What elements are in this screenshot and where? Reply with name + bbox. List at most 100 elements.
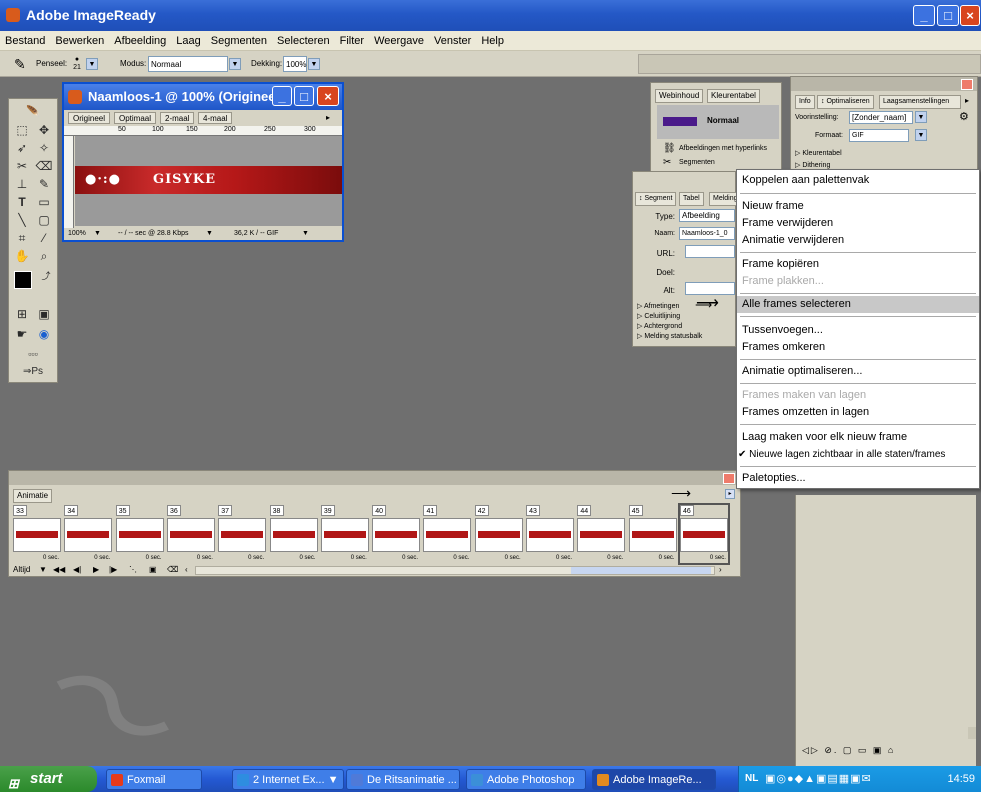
zoom-dropdown-icon[interactable]: ▼: [94, 230, 101, 237]
menu-filter[interactable]: Filter: [335, 31, 369, 51]
animation-frame[interactable]: 37 0 sec.: [218, 505, 267, 563]
stamp-tool-icon[interactable]: ⊥: [13, 175, 31, 193]
frame-thumbnail[interactable]: [269, 518, 318, 552]
images-with-links-row[interactable]: Afbeeldingen met hyperlinks: [679, 145, 767, 152]
frame-thumbnail[interactable]: [64, 518, 113, 552]
start-button[interactable]: ⊞ start: [0, 766, 97, 792]
menu-item-animatie-optimaliseren[interactable]: Animatie optimaliseren...: [737, 363, 979, 380]
frame-delay[interactable]: 0 sec.: [475, 553, 523, 563]
frame-thumbnail[interactable]: [320, 518, 369, 552]
menu-item-frame-kopieren[interactable]: Frame kopiëren: [737, 256, 979, 273]
segments-row[interactable]: Segmenten: [679, 159, 715, 166]
alt-input[interactable]: [685, 282, 735, 295]
tab-kleurentabel[interactable]: Kleurentabel: [707, 89, 760, 103]
tab-origineel[interactable]: Origineel: [68, 112, 111, 124]
section-afmetingen[interactable]: ▷ Afmetingen: [637, 302, 679, 310]
toggle-slices-icon[interactable]: ⊞: [13, 305, 31, 323]
hand-tool-icon[interactable]: ✋: [13, 247, 31, 265]
tab-segment[interactable]: ↕ Segment: [635, 192, 677, 206]
normal-state-row[interactable]: Normaal: [657, 105, 779, 139]
frame-thumbnail[interactable]: [115, 518, 164, 552]
frame-thumbnail[interactable]: [218, 518, 267, 552]
tab-optimaliseren[interactable]: ↕ Optimaliseren: [817, 95, 874, 109]
tab-info[interactable]: Info: [795, 95, 815, 109]
animation-frame[interactable]: 46 0 sec.: [677, 503, 730, 565]
frame-thumbnail[interactable]: [679, 518, 728, 552]
frame-delay[interactable]: 0 sec.: [577, 553, 625, 563]
panel-bottom-controls[interactable]: ◁▷ ⊘. ▢ ▭ ▣ ⌂: [802, 745, 895, 756]
close-button[interactable]: ×: [960, 5, 980, 26]
frame-delay[interactable]: 0 sec.: [629, 553, 677, 563]
preview-in-browser-icon[interactable]: ◉: [35, 325, 53, 343]
taskbar-internet-explorer[interactable]: 2 Internet Ex... ▼: [232, 769, 344, 790]
animation-frame[interactable]: 40 0 sec.: [372, 505, 421, 563]
info-panel-menu-icon[interactable]: ▸: [965, 96, 969, 105]
animation-frame[interactable]: 39 0 sec.: [320, 505, 369, 563]
frame-delay[interactable]: 0 sec.: [372, 553, 420, 563]
eyedropper-tool-icon[interactable]: ⁄: [35, 229, 53, 247]
animation-frame[interactable]: 42 0 sec.: [474, 505, 523, 563]
frame-delay[interactable]: 0 sec.: [167, 553, 215, 563]
menu-item-koppelen[interactable]: Koppelen aan palettenvak: [737, 172, 979, 189]
doc-tabs-menu-icon[interactable]: ▸: [326, 113, 330, 122]
menu-bewerken[interactable]: Bewerken: [50, 31, 109, 51]
format-dropdown-icon[interactable]: ▼: [915, 129, 927, 142]
menu-item-nieuw-frame[interactable]: Nieuw frame: [737, 198, 979, 215]
language-indicator[interactable]: NL: [745, 766, 758, 792]
frame-delay[interactable]: 0 sec.: [13, 553, 61, 563]
section-achtergrond[interactable]: ▷ Achtergrond: [637, 322, 682, 330]
menu-item-animatie-verwijderen[interactable]: Animatie verwijderen: [737, 232, 979, 249]
tab-animatie[interactable]: Animatie: [13, 489, 53, 503]
screen-mode-icons[interactable]: ▫▫▫: [13, 345, 53, 363]
zoom-level[interactable]: 100%: [68, 230, 86, 237]
type-select[interactable]: Afbeelding: [679, 209, 735, 222]
frame-thumbnail[interactable]: [474, 518, 523, 552]
panel-resize-grip[interactable]: [968, 727, 976, 739]
marquee-tool-icon[interactable]: ⬚: [13, 121, 31, 139]
section-celuitlijning[interactable]: ▷ Celuitlijning: [637, 312, 680, 320]
animation-frame[interactable]: 33 0 sec.: [13, 505, 61, 563]
animation-close-icon[interactable]: [723, 473, 735, 484]
frame-delay[interactable]: 0 sec.: [680, 553, 728, 563]
previous-frame-icon[interactable]: ◀|: [73, 565, 81, 574]
animation-menu-icon[interactable]: ▸: [725, 489, 735, 499]
menu-item-frames-omzetten[interactable]: Frames omzetten in lagen: [737, 404, 979, 421]
animation-frame[interactable]: 34 0 sec.: [64, 505, 113, 563]
taskbar-imageready[interactable]: Adobe ImageRe...: [592, 769, 716, 790]
url-input[interactable]: [685, 245, 735, 258]
menu-item-laag-maken[interactable]: Laag maken voor elk nieuw frame: [737, 429, 979, 446]
brush-tool-icon-box[interactable]: ✎: [35, 175, 53, 193]
minimize-button[interactable]: _: [913, 5, 935, 26]
frame-thumbnail[interactable]: [13, 518, 61, 552]
rollover-preview-icon[interactable]: ☛: [13, 325, 31, 343]
section-dithering[interactable]: ▷ Dithering: [795, 161, 830, 169]
line-tool-icon[interactable]: ╲: [13, 211, 31, 229]
animation-frame[interactable]: 35 0 sec.: [115, 505, 164, 563]
tween-icon[interactable]: ⋱: [129, 565, 137, 574]
frame-thumbnail[interactable]: [526, 518, 574, 552]
doc-maximize-button[interactable]: □: [294, 86, 314, 106]
tab-4-maal[interactable]: 4-maal: [198, 112, 233, 124]
menu-item-alle-frames-selecteren[interactable]: Alle frames selecteren: [737, 296, 979, 313]
next-frame-icon[interactable]: |▶: [109, 565, 117, 574]
delete-frame-icon[interactable]: ⌫: [167, 565, 178, 574]
size-dropdown-icon[interactable]: ▼: [302, 230, 309, 237]
frame-delay[interactable]: 0 sec.: [116, 553, 164, 563]
taskbar-photoshop[interactable]: Adobe Photoshop: [466, 769, 586, 790]
menu-weergave[interactable]: Weergave: [369, 31, 429, 51]
tab-melding[interactable]: Melding: [709, 192, 737, 206]
name-input[interactable]: Naamloos-1_0: [679, 227, 735, 240]
speed-dropdown-icon[interactable]: ▼: [206, 230, 213, 237]
brush-dropdown-icon[interactable]: ▼: [86, 56, 98, 72]
tab-2-maal[interactable]: 2-maal: [160, 112, 195, 124]
frame-delay[interactable]: 0 sec.: [526, 553, 574, 563]
download-speed[interactable]: -- / -- sec @ 28.8 Kbps: [118, 230, 189, 237]
brush-tool-icon[interactable]: ✎: [14, 56, 26, 72]
animation-frame[interactable]: 45 0 sec.: [628, 505, 677, 563]
optimize-menu-icon[interactable]: ⚙: [959, 110, 969, 123]
animation-frame[interactable]: 44 0 sec.: [577, 505, 626, 563]
frame-thumbnail[interactable]: [628, 518, 677, 552]
scroll-left-icon[interactable]: ‹: [185, 565, 188, 574]
preset-select[interactable]: [Zonder_naam]: [849, 111, 913, 124]
maximize-button[interactable]: □: [937, 5, 959, 26]
